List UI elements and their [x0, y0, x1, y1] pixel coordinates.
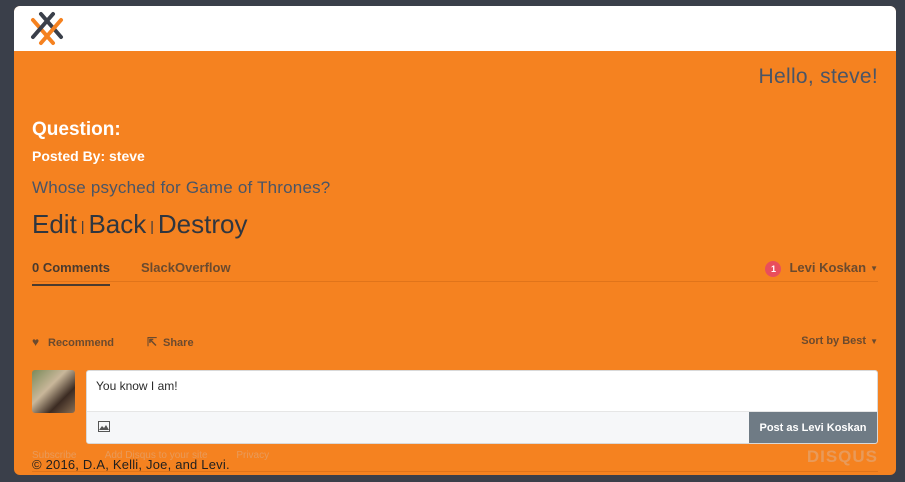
share-label: Share	[163, 337, 194, 349]
copyright: © 2016, D.A, Kelli, Joe, and Levi.	[32, 457, 230, 472]
avatar	[32, 370, 75, 413]
posted-by: Posted By: steve	[32, 148, 145, 164]
posted-by-label: Posted By:	[32, 148, 106, 164]
main-content: Hello, steve! Question: Posted By: steve…	[14, 51, 896, 475]
disqus-tabs: 0 Comments SlackOverflow 1 Levi Koskan ▼	[32, 254, 878, 286]
notification-badge[interactable]: 1	[765, 260, 782, 277]
image-upload-icon[interactable]	[98, 421, 110, 432]
edit-link[interactable]: Edit	[32, 209, 77, 239]
question-heading: Question:	[32, 119, 121, 140]
heart-icon: ♥	[32, 335, 40, 349]
action-links: Edit | Back | Destroy	[32, 209, 247, 240]
tab-comments[interactable]: 0 Comments	[32, 260, 111, 286]
page-frame: Hello, steve! Question: Posted By: steve…	[14, 6, 896, 475]
chevron-down-icon: ▼	[870, 264, 878, 274]
greeting: Hello, steve!	[758, 65, 878, 88]
top-navbar	[14, 6, 896, 51]
disqus-logo[interactable]: DISQUS	[807, 447, 878, 467]
destroy-link[interactable]: Destroy	[158, 209, 248, 239]
separator: |	[150, 218, 154, 235]
comment-composer[interactable]: You know I am! Post as Levi Koskan	[86, 370, 878, 444]
separator: |	[80, 218, 85, 235]
comment-input[interactable]: You know I am!	[96, 379, 178, 393]
recommend-label: Recommend	[48, 337, 115, 349]
recommend-button[interactable]: ♥ Recommend	[32, 335, 114, 349]
user-name[interactable]: Levi Koskan	[789, 260, 866, 275]
privacy-link[interactable]: Privacy	[236, 450, 269, 461]
chevron-down-icon: ▼	[870, 336, 878, 346]
disqus-toolbar: ♥ Recommend ⇱ Share Sort by Best ▼	[32, 335, 878, 351]
question-body: Whose psyched for Game of Thrones?	[32, 178, 331, 197]
user-menu[interactable]: 1 Levi Koskan ▼	[765, 260, 878, 277]
post-button[interactable]: Post as Levi Koskan	[749, 412, 877, 443]
share-button[interactable]: ⇱ Share	[147, 335, 194, 349]
share-icon: ⇱	[147, 335, 158, 349]
sort-dropdown[interactable]: Sort by Best ▼	[801, 335, 878, 347]
composer-footer: Post as Levi Koskan	[87, 411, 877, 443]
crosshatch-logo-icon[interactable]	[27, 10, 67, 48]
sort-label: Sort by Best	[801, 335, 867, 347]
tab-community[interactable]: SlackOverflow	[141, 260, 231, 275]
posted-by-user: steve	[109, 148, 145, 164]
back-link[interactable]: Back	[88, 209, 146, 239]
